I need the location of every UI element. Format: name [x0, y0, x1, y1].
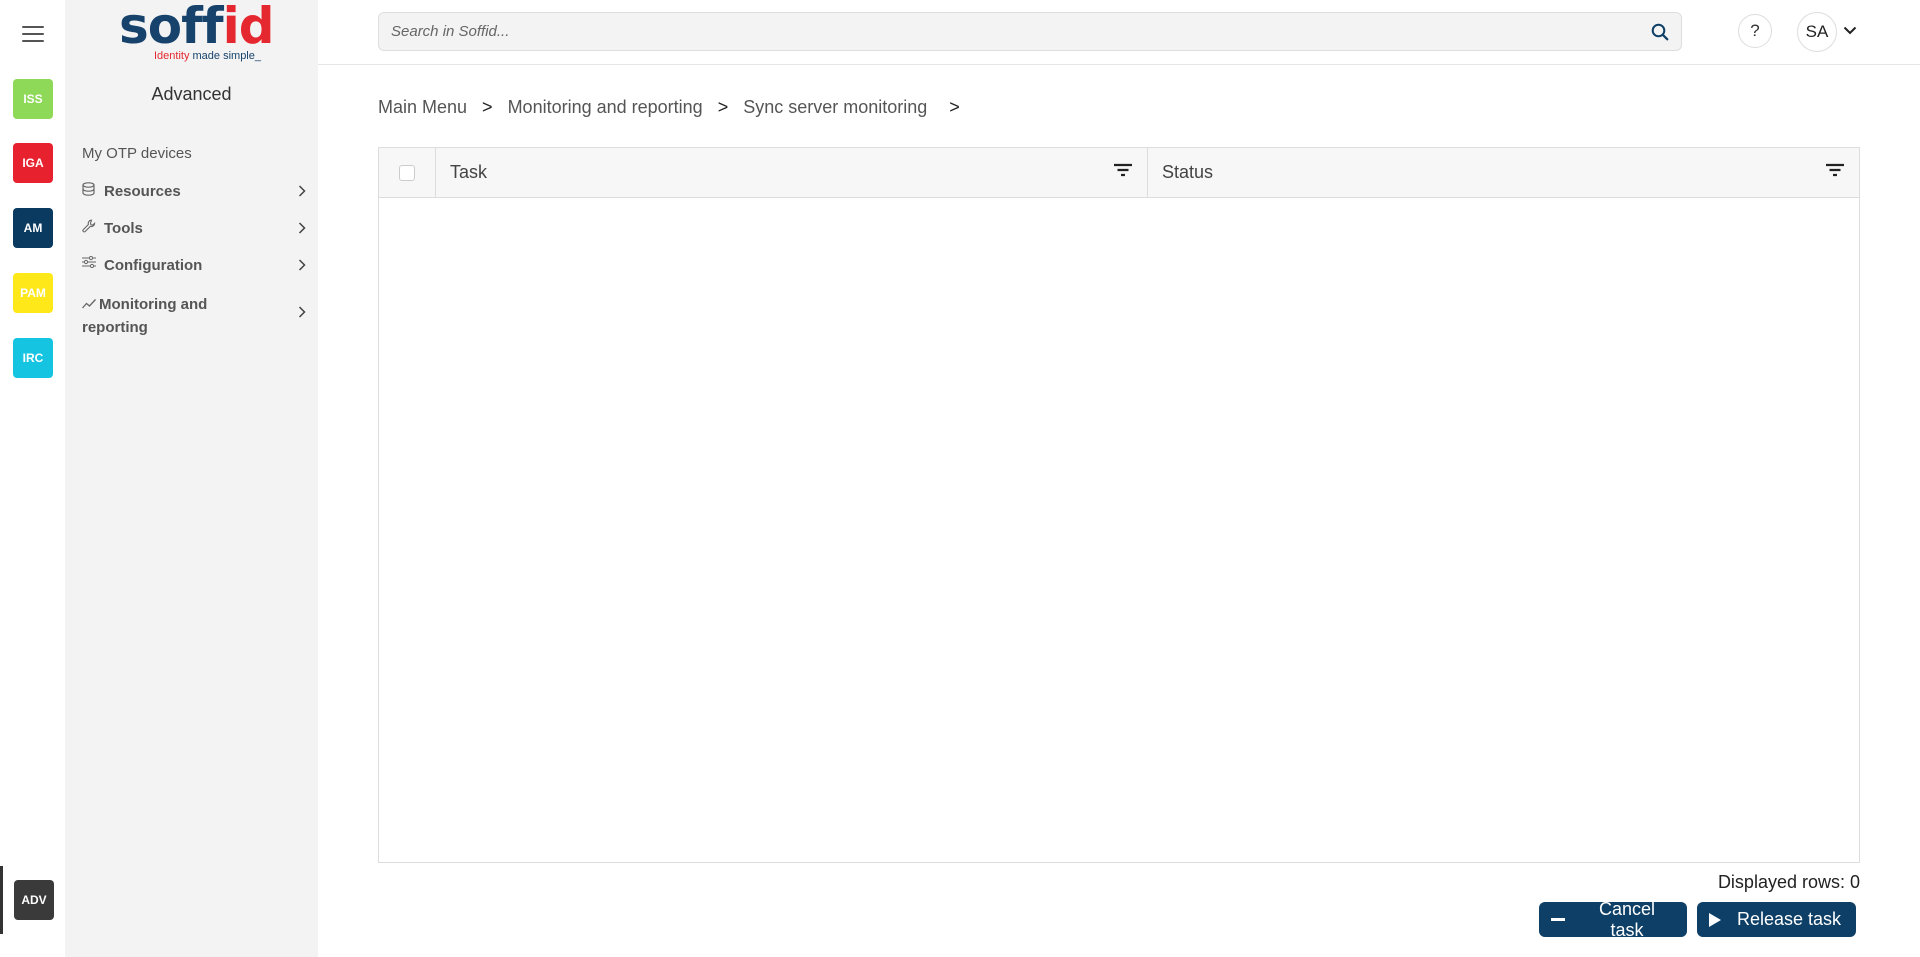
play-icon — [1709, 912, 1721, 927]
sidebar-item-label: Configuration — [104, 257, 203, 274]
column-header-task[interactable]: Task — [436, 148, 1147, 197]
sidebar-nav: My OTP devices Resources Tools Configura… — [65, 142, 318, 339]
sliders-icon — [82, 255, 98, 271]
table-header: Task Status — [379, 148, 1859, 198]
column-header-status[interactable]: Status — [1147, 148, 1859, 197]
app-switcher-strip: ISS IGA AM PAM IRC ADV — [0, 0, 65, 957]
sidebar-item-label: Tools — [104, 220, 143, 237]
search-icon[interactable] — [1651, 23, 1669, 41]
breadcrumb: Main Menu > Monitoring and reporting > S… — [378, 97, 975, 118]
task-table: Task Status — [378, 147, 1860, 863]
cancel-task-button[interactable]: Cancel task — [1539, 899, 1687, 940]
select-all-cell — [379, 148, 436, 197]
app-tile-irc[interactable]: IRC — [13, 338, 53, 378]
breadcrumb-separator: > — [717, 97, 729, 117]
breadcrumb-separator: > — [949, 97, 960, 117]
app-tile-am[interactable]: AM — [13, 208, 53, 248]
user-avatar[interactable]: SA — [1797, 12, 1837, 52]
hamburger-menu-icon[interactable] — [22, 26, 44, 42]
sidebar-item-monitoring[interactable]: Monitoring and reporting — [65, 291, 318, 339]
chevron-right-icon — [298, 221, 306, 237]
column-label: Task — [450, 162, 488, 182]
column-label: Status — [1162, 162, 1214, 182]
sidebar-item-configuration[interactable]: Configuration — [65, 254, 318, 277]
sidebar-item-label-wrap: Monitoring and reporting — [82, 291, 272, 339]
button-label: Cancel task — [1598, 898, 1656, 940]
top-bar: ? SA — [318, 0, 1920, 65]
breadcrumb-sync-server[interactable]: Sync server monitoring — [743, 97, 927, 118]
sidebar-item-resources[interactable]: Resources — [65, 180, 318, 203]
minus-icon — [1551, 917, 1565, 922]
soffid-logo[interactable]: soffid Identity made simple_ — [119, 0, 275, 66]
filter-icon[interactable] — [1113, 161, 1133, 177]
help-button[interactable]: ? — [1738, 14, 1772, 48]
chart-line-icon — [82, 293, 96, 316]
database-icon — [82, 182, 98, 199]
chevron-down-icon[interactable] — [1843, 22, 1857, 38]
app-tile-iga[interactable]: IGA — [13, 143, 53, 183]
breadcrumb-separator: > — [482, 97, 493, 117]
app-tile-adv[interactable]: ADV — [14, 880, 54, 920]
sidebar: soffid Identity made simple_ Advanced My… — [65, 0, 318, 957]
chevron-right-icon — [298, 258, 306, 274]
displayed-rows: Displayed rows: 0 — [1717, 872, 1860, 892]
wrench-icon — [82, 219, 98, 236]
release-task-button[interactable]: Release task — [1697, 902, 1856, 937]
sidebar-item-label: Resources — [104, 183, 181, 200]
filter-icon[interactable] — [1825, 161, 1845, 177]
chevron-right-icon — [298, 305, 306, 321]
app-tile-pam[interactable]: PAM — [13, 273, 53, 313]
sidebar-title: Advanced — [151, 84, 232, 104]
search-box — [378, 12, 1682, 51]
app-tile-iss[interactable]: ISS — [13, 79, 53, 119]
sidebar-item-label: Monitoring and reporting — [82, 296, 208, 336]
search-input[interactable] — [379, 13, 1681, 50]
breadcrumb-main-menu[interactable]: Main Menu — [378, 97, 467, 118]
breadcrumb-monitoring[interactable]: Monitoring and reporting — [508, 97, 703, 118]
select-all-checkbox[interactable] — [399, 164, 415, 181]
sidebar-item-tools[interactable]: Tools — [65, 217, 318, 240]
button-label: Release task — [1737, 909, 1842, 929]
logo-wordmark: soffid — [119, 0, 275, 55]
chevron-right-icon — [298, 184, 306, 200]
sidebar-item-otp-devices[interactable]: My OTP devices — [65, 142, 318, 165]
active-app-indicator: ADV — [0, 866, 65, 934]
